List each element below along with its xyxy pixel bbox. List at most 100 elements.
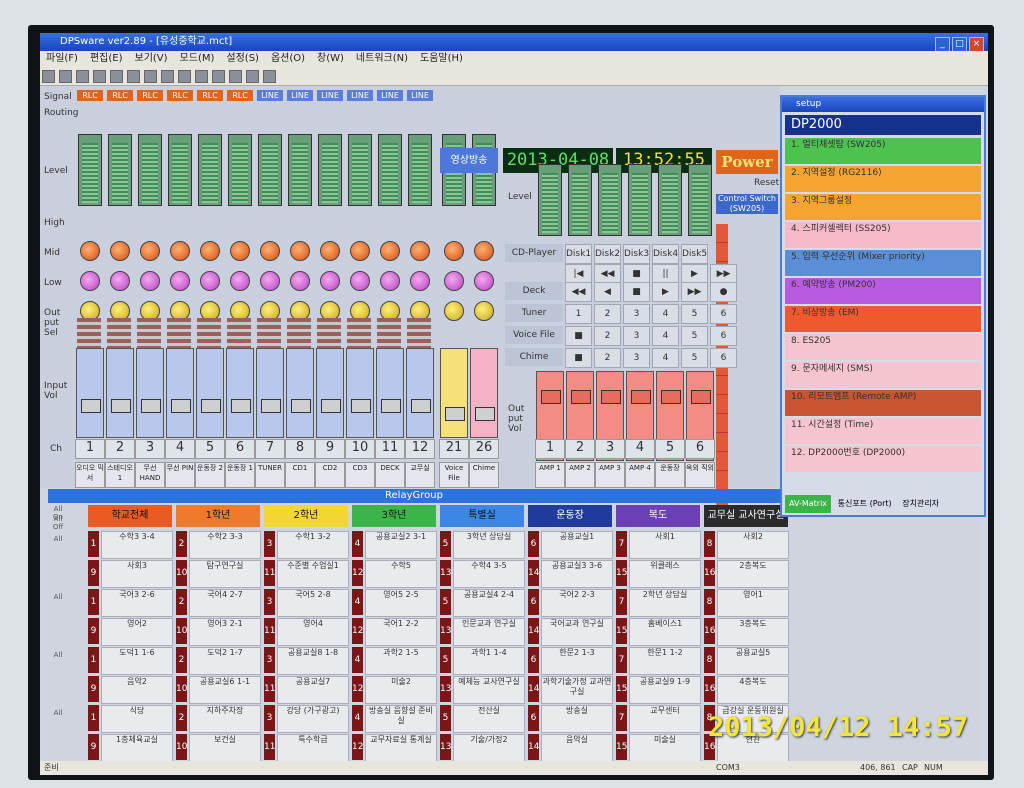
channel-name[interactable]: 운동장 1 [225,462,255,488]
record-icon[interactable] [178,70,191,83]
fader-cap[interactable] [321,399,341,413]
input-volume-fader[interactable] [226,348,254,438]
relay-zone-button[interactable]: 3층복도 [717,618,789,646]
low-knob[interactable] [444,301,464,321]
relay-zone-button[interactable]: 방송실 [541,705,613,733]
relay-zone-button[interactable]: 음악2 [101,676,173,704]
cd-transport-cell[interactable]: ▶▶ [710,264,737,284]
output-select-grid[interactable] [407,318,431,352]
output-select-grid[interactable] [197,318,221,352]
menu-settings[interactable]: 설정(S) [220,51,265,67]
high-knob[interactable] [170,241,190,261]
high-knob[interactable] [140,241,160,261]
relay-zone-button[interactable]: 수학3 3-4 [101,531,173,559]
relay-zone-button[interactable]: 수학5 [365,560,437,588]
deck-cell[interactable]: ▶▶ [681,282,708,302]
cd-player-cell[interactable]: Disk4 [652,244,679,264]
relay-zone-button[interactable]: 교무자료실 통계실 [365,734,437,762]
relay-zone-button[interactable]: 영어2 [101,618,173,646]
relay-zone-button[interactable]: 국어5 2-8 [277,589,349,617]
mid-knob[interactable] [80,271,100,291]
relay-zone-button[interactable]: 예체능 교사연구실 [453,676,525,704]
high-knob[interactable] [410,241,430,261]
input-volume-fader[interactable] [76,348,104,438]
relay-zone-button[interactable]: 1층체육교실 [101,734,173,762]
voice-file-cell[interactable]: 6 [710,326,737,346]
cd-player-cell[interactable]: Disk5 [681,244,708,264]
fader-cap[interactable] [445,407,465,421]
new-icon[interactable] [42,70,55,83]
tuner-cell[interactable]: 4 [652,304,679,324]
relay-group-header[interactable]: 복도 [616,505,700,527]
fader-cap[interactable] [201,399,221,413]
relay-zone-button[interactable]: 홈베이스1 [629,618,701,646]
setup-menu-item[interactable]: 2. 지역설정 (RG2116) [785,166,981,192]
setup-menu-item[interactable]: 1. 멀티채셋탐 (SW205) [785,138,981,164]
output-select-grid[interactable] [257,318,281,352]
input-volume-fader[interactable] [346,348,374,438]
setup-menu-item[interactable]: 7. 비상방송 (EM) [785,306,981,332]
fader-cap[interactable] [541,390,561,404]
input-volume-fader[interactable] [440,348,468,438]
channel-name[interactable]: TUNER [255,462,285,488]
voice-file-cell[interactable]: 5 [681,326,708,346]
settings-icon[interactable] [263,70,276,83]
relay-zone-button[interactable]: 사회2 [717,531,789,559]
menu-file[interactable]: 파일(F) [40,51,84,67]
mid-knob[interactable] [474,271,494,291]
amp-name[interactable]: 운동장 [655,462,685,488]
relay-zone-button[interactable]: 인문교과 연구실 [453,618,525,646]
relay-zone-button[interactable]: 미술실 [629,734,701,762]
menu-edit[interactable]: 편집(E) [84,51,129,67]
relay-group-header[interactable]: 운동장 [528,505,612,527]
tuner-cell[interactable]: 3 [623,304,650,324]
output-select-grid[interactable] [347,318,371,352]
relay-zone-button[interactable]: 수학4 3-5 [453,560,525,588]
high-knob[interactable] [444,241,464,261]
channel-name[interactable]: Voice File [439,462,469,488]
input-volume-fader[interactable] [316,348,344,438]
relay-zone-button[interactable]: 공용교실9 1-9 [629,676,701,704]
relay-zone-button[interactable]: 도덕2 1-7 [189,647,261,675]
amp-name[interactable]: AMP 4 [625,462,655,488]
fader-cap[interactable] [81,399,101,413]
input-volume-fader[interactable] [376,348,404,438]
relay-zone-button[interactable]: 한문1 1-2 [629,647,701,675]
fader-cap[interactable] [171,399,191,413]
maximize-icon[interactable]: □ [952,37,967,52]
relay-zone-button[interactable]: 공용교실5 [717,647,789,675]
relay-group-header[interactable]: 교무실 교사연구실 [704,505,788,527]
relay-zone-button[interactable]: 공용교실6 1-1 [189,676,261,704]
fader-cap[interactable] [661,390,681,404]
mid-knob[interactable] [410,271,430,291]
chime-cell[interactable]: ■ [565,348,592,368]
setup-menu-item[interactable]: 11. 시간설정 (Time) [785,418,981,444]
chime-cell[interactable]: 3 [623,348,650,368]
stop-icon[interactable] [212,70,225,83]
relay-zone-button[interactable]: 공용교실1 [541,531,613,559]
amp-name[interactable]: AMP 2 [565,462,595,488]
deck-cell[interactable]: ■ [623,282,650,302]
help-icon[interactable] [161,70,174,83]
relay-zone-button[interactable]: 교무센터 [629,705,701,733]
deck-cell[interactable]: ● [710,282,737,302]
mid-knob[interactable] [380,271,400,291]
relay-zone-button[interactable]: 수학1 3-2 [277,531,349,559]
cd-transport-cell[interactable]: || [652,264,679,284]
mid-knob[interactable] [320,271,340,291]
channel-name[interactable]: 무선 HAND [135,462,165,488]
high-knob[interactable] [110,241,130,261]
comm-port-button[interactable]: 통신포트 (Port) [834,495,896,513]
high-knob[interactable] [260,241,280,261]
relay-zone-button[interactable]: 방송실 음향설 준비실 [365,705,437,733]
relay-zone-button[interactable]: 국어1 2-2 [365,618,437,646]
input-volume-fader[interactable] [286,348,314,438]
fader-cap[interactable] [691,390,711,404]
relay-zone-button[interactable]: 음악실 [541,734,613,762]
fader-cap[interactable] [231,399,251,413]
relay-zone-button[interactable]: 공용교실8 1-8 [277,647,349,675]
relay-zone-button[interactable]: 지하주차장 [189,705,261,733]
av-matrix-button[interactable]: AV-Matrix [785,495,832,513]
menu-mode[interactable]: 모드(M) [174,51,221,67]
cd-transport-cell[interactable]: ■ [623,264,650,284]
